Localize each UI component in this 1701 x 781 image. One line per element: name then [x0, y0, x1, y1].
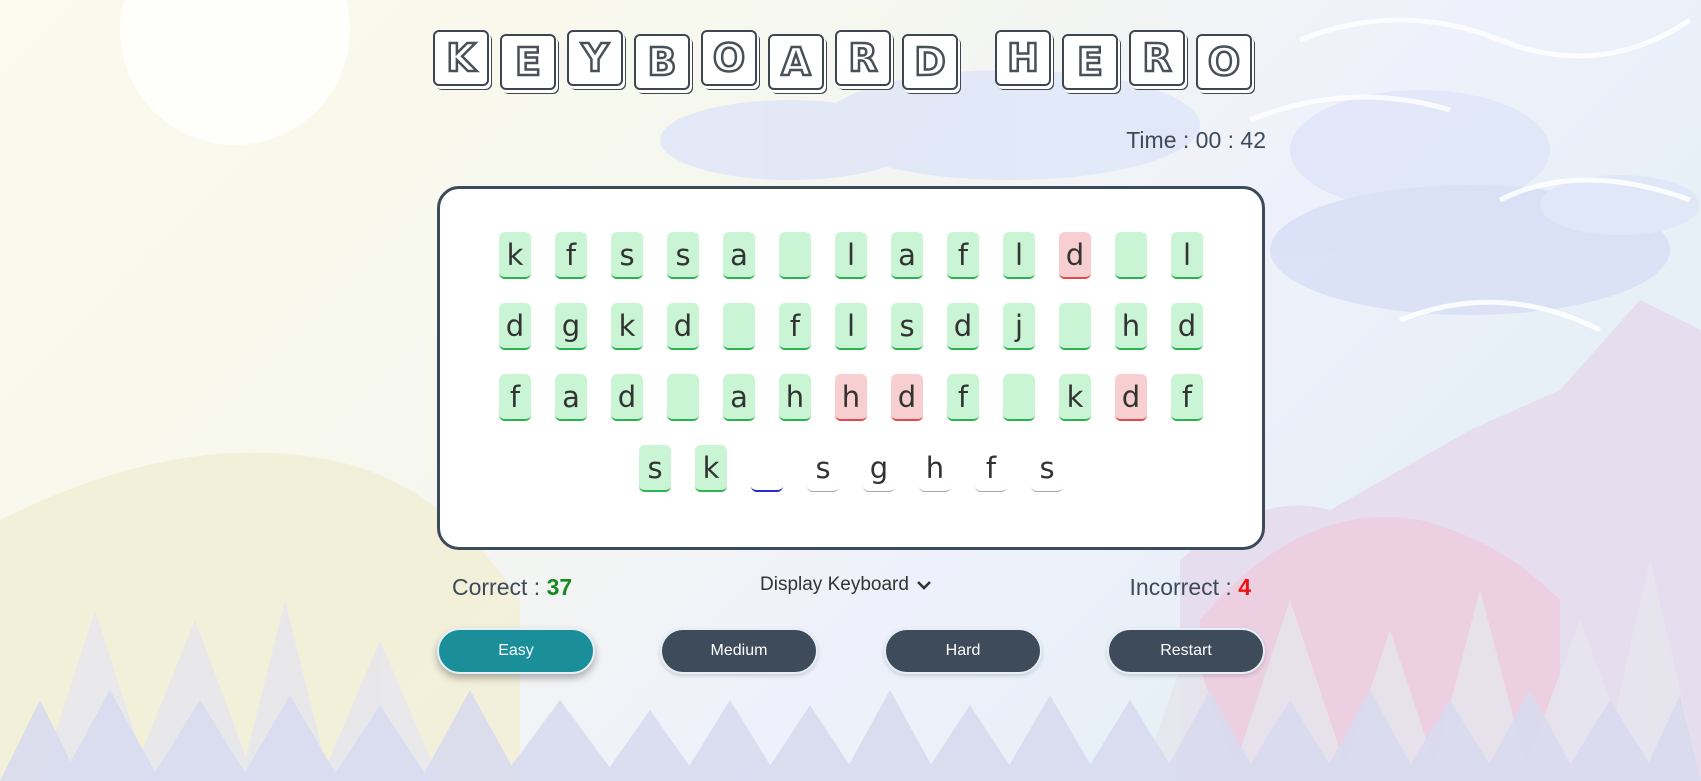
char-cell-current	[751, 445, 783, 492]
char-cell-correct: a	[555, 374, 587, 421]
title-key: R	[1129, 30, 1185, 86]
char-cell-correct: d	[499, 303, 531, 350]
char-cell-pending: s	[807, 445, 839, 492]
char-cell-correct: k	[499, 232, 531, 279]
char-cell-correct: h	[779, 374, 811, 421]
char-cell-correct: f	[499, 374, 531, 421]
char-cell-correct: l	[1171, 232, 1203, 279]
correct-value: 37	[546, 574, 573, 600]
char-cell-correct: f	[1171, 374, 1203, 421]
char-cell-correct: d	[1171, 303, 1203, 350]
restart-button[interactable]: Restart	[1107, 628, 1265, 674]
title-key: R	[835, 30, 891, 86]
char-cell-incorrect: d	[1115, 374, 1147, 421]
typing-board[interactable]: kfssalafldldgkdflsdjhdfadahhdfkdfsksghfs	[437, 186, 1265, 550]
incorrect-counter: Incorrect : 4	[1130, 574, 1251, 601]
char-cell-correct: l	[835, 303, 867, 350]
char-cell-correct	[1059, 303, 1091, 350]
char-cell-correct: s	[639, 445, 671, 492]
easy-button[interactable]: Easy	[437, 628, 595, 674]
title-key: H	[995, 30, 1051, 86]
hard-button[interactable]: Hard	[884, 628, 1042, 674]
char-cell-correct	[779, 232, 811, 279]
sun-shape	[120, 0, 350, 145]
char-cell-correct: f	[555, 232, 587, 279]
correct-label: Correct :	[452, 574, 547, 600]
typing-row: kfssalafldl	[440, 232, 1262, 279]
char-cell-correct: l	[1003, 232, 1035, 279]
title-key: K	[433, 30, 489, 86]
char-cell-correct: s	[667, 232, 699, 279]
title-key: O	[1196, 34, 1252, 90]
char-cell-incorrect: d	[891, 374, 923, 421]
typing-row: fadahhdfkdf	[440, 374, 1262, 421]
char-cell-correct: f	[947, 232, 979, 279]
char-cell-correct: a	[723, 374, 755, 421]
char-cell-correct: d	[667, 303, 699, 350]
char-cell-pending: g	[863, 445, 895, 492]
medium-button[interactable]: Medium	[660, 628, 818, 674]
char-cell-pending: s	[1031, 445, 1063, 492]
char-cell-correct: s	[611, 232, 643, 279]
char-cell-pending: f	[975, 445, 1007, 492]
display-keyboard-label: Display Keyboard	[760, 574, 909, 595]
char-cell-correct: h	[1115, 303, 1147, 350]
char-cell-incorrect: h	[835, 374, 867, 421]
char-cell-correct: k	[1059, 374, 1091, 421]
char-cell-correct	[667, 374, 699, 421]
timer-display: Time : 00 : 42	[1126, 127, 1266, 153]
char-cell-correct	[1003, 374, 1035, 421]
title-key: D	[902, 34, 958, 90]
char-cell-correct	[1115, 232, 1147, 279]
title-key: E	[1062, 34, 1118, 90]
incorrect-value: 4	[1238, 574, 1251, 600]
title-key: B	[634, 34, 690, 90]
char-cell-correct: l	[835, 232, 867, 279]
char-cell-correct: s	[891, 303, 923, 350]
display-keyboard-toggle[interactable]: Display Keyboard	[760, 574, 932, 596]
char-cell-correct: d	[947, 303, 979, 350]
char-cell-correct: k	[695, 445, 727, 492]
chevron-down-icon	[917, 580, 931, 590]
title-key: O	[701, 30, 757, 86]
char-cell-correct: d	[611, 374, 643, 421]
title-key: Y	[567, 30, 623, 86]
typing-row: dgkdflsdjhd	[440, 303, 1262, 350]
char-cell-correct: f	[947, 374, 979, 421]
title-key: A	[768, 34, 824, 90]
incorrect-label: Incorrect :	[1129, 574, 1239, 600]
typing-row: sksghfs	[440, 445, 1262, 492]
char-cell-correct	[723, 303, 755, 350]
typing-rows: kfssalafldldgkdflsdjhdfadahhdfkdfsksghfs	[440, 232, 1262, 516]
char-cell-correct: j	[1003, 303, 1035, 350]
correct-counter: Correct : 37	[452, 574, 572, 601]
game-title-logo: K E Y B O A R D H E R O	[433, 30, 1263, 90]
char-cell-correct: g	[555, 303, 587, 350]
char-cell-correct: k	[611, 303, 643, 350]
char-cell-pending: h	[919, 445, 951, 492]
char-cell-incorrect: d	[1059, 232, 1091, 279]
title-key: E	[500, 34, 556, 90]
char-cell-correct: a	[723, 232, 755, 279]
char-cell-correct: f	[779, 303, 811, 350]
char-cell-correct: a	[891, 232, 923, 279]
